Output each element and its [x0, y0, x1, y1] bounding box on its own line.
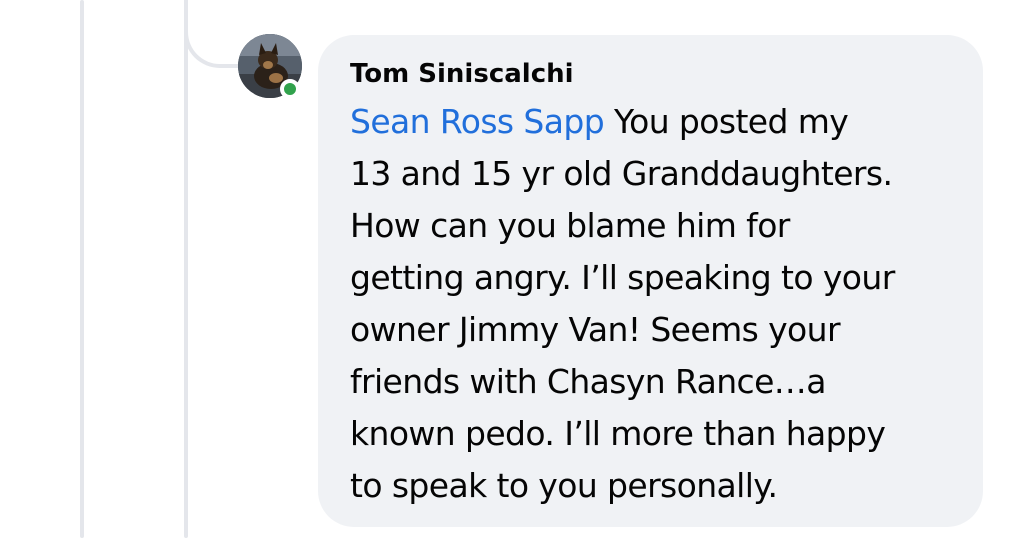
comment-text-line: How can you blame him for	[350, 206, 790, 245]
online-status-indicator	[280, 79, 300, 99]
comment-text-line: You posted my	[604, 102, 849, 141]
mention-link[interactable]: Sean Ross Sapp	[350, 102, 605, 141]
comment-text-line: to speak to you personally.	[350, 466, 778, 505]
comment-text: Sean Ross Sapp You posted my 13 and 15 yr…	[350, 96, 953, 512]
thread-line-inner	[184, 0, 188, 538]
thread-line-outer	[80, 0, 84, 538]
comment-text-line: friends with Chasyn Rance…a	[350, 362, 826, 401]
comment-text-line: getting angry. I’ll speaking to your	[350, 258, 895, 297]
comment-text-line: known pedo. I’ll more than happy	[350, 414, 886, 453]
reply-connector	[184, 0, 244, 68]
comment-text-line: owner Jimmy Van! Seems your	[350, 310, 841, 349]
comment-text-line: 13 and 15 yr old Granddaughters.	[350, 154, 893, 193]
comment-bubble: Tom Siniscalchi Sean Ross Sapp You poste…	[318, 35, 983, 527]
comment-author-name[interactable]: Tom Siniscalchi	[350, 57, 953, 91]
